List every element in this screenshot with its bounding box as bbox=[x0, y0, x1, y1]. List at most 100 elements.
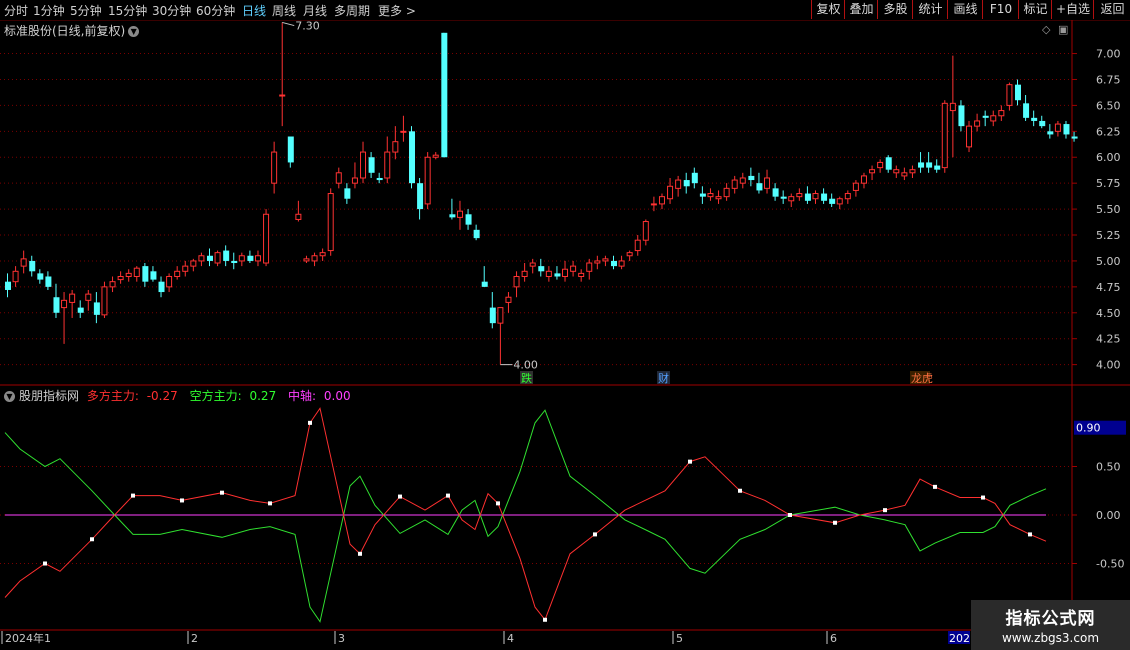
candle bbox=[513, 271, 520, 298]
candle-body bbox=[1071, 136, 1078, 139]
candle bbox=[182, 260, 189, 277]
candle-body bbox=[611, 260, 617, 267]
candle-body bbox=[287, 136, 294, 163]
candle-body bbox=[877, 161, 884, 169]
long-force-label: 多方主力: -0.27 bbox=[86, 389, 178, 403]
candle-body bbox=[424, 156, 431, 205]
candle-body bbox=[570, 265, 577, 272]
candle-body bbox=[238, 255, 245, 262]
candle bbox=[368, 152, 375, 178]
candle bbox=[198, 252, 205, 267]
candle-body bbox=[254, 255, 261, 262]
candle bbox=[238, 252, 245, 267]
candle-body bbox=[869, 169, 876, 174]
price-tick-label: 5.75 bbox=[1096, 177, 1121, 190]
candle bbox=[869, 165, 876, 181]
candle bbox=[949, 55, 956, 158]
candle-body bbox=[481, 281, 488, 287]
event-marker-label: 跌 bbox=[521, 371, 532, 385]
candle-body bbox=[449, 214, 456, 218]
candle bbox=[885, 155, 892, 173]
candle bbox=[432, 152, 439, 160]
candle-body bbox=[231, 260, 238, 264]
candle bbox=[1054, 120, 1061, 137]
price-tick-label: 7.00 bbox=[1096, 48, 1121, 61]
candle-body bbox=[626, 252, 633, 257]
candle-body bbox=[465, 214, 472, 225]
candle bbox=[303, 255, 310, 264]
candle-body bbox=[384, 151, 391, 179]
candle bbox=[1031, 110, 1038, 127]
candle bbox=[384, 136, 391, 184]
candle-body bbox=[279, 94, 286, 97]
candle-body bbox=[602, 258, 609, 262]
candle bbox=[101, 281, 108, 318]
candle-body bbox=[29, 260, 36, 272]
candle bbox=[829, 193, 836, 208]
time-label: 2 bbox=[191, 632, 198, 645]
candle bbox=[109, 276, 116, 293]
candle bbox=[231, 252, 238, 270]
candle-body bbox=[982, 115, 989, 118]
candle-body bbox=[1063, 124, 1070, 135]
candle bbox=[400, 115, 407, 142]
candle-body bbox=[20, 258, 27, 267]
indicator-axis: 0.50 0.00 -0.50 0.90 bbox=[1072, 420, 1126, 571]
candle bbox=[85, 289, 92, 311]
candle-body bbox=[133, 267, 140, 277]
candle-body bbox=[142, 266, 149, 282]
candle-body bbox=[909, 169, 916, 174]
candle bbox=[780, 190, 787, 204]
chevron-down-icon[interactable]: ▼ bbox=[4, 391, 15, 402]
candle bbox=[634, 235, 641, 256]
candle bbox=[562, 260, 569, 282]
candle bbox=[53, 283, 60, 318]
candle-body bbox=[941, 102, 948, 169]
signal-marker bbox=[788, 513, 792, 517]
candle-body bbox=[715, 196, 722, 200]
candle-body bbox=[409, 131, 415, 184]
candle-body bbox=[69, 293, 76, 303]
event-markers: 跌 财 龙虎 bbox=[520, 371, 933, 385]
candle-body bbox=[101, 286, 108, 316]
candle-body bbox=[125, 272, 132, 277]
candle-body bbox=[150, 271, 157, 280]
candle-body bbox=[344, 188, 351, 199]
candle-body bbox=[545, 270, 552, 277]
candle-body bbox=[926, 162, 933, 168]
candle bbox=[545, 266, 552, 282]
indicator-name[interactable]: 股朋指标网 bbox=[19, 389, 79, 403]
candle-body bbox=[214, 252, 221, 264]
candle bbox=[214, 250, 221, 267]
candle-body bbox=[844, 193, 851, 200]
candle bbox=[505, 292, 512, 313]
candle bbox=[764, 169, 771, 194]
candle bbox=[287, 136, 294, 168]
candle-body bbox=[538, 266, 545, 272]
time-label: 4 bbox=[507, 632, 514, 645]
candle bbox=[449, 198, 456, 220]
candle bbox=[982, 110, 989, 127]
candle bbox=[271, 141, 278, 194]
candle-body bbox=[417, 183, 424, 210]
candle bbox=[642, 219, 649, 246]
candle bbox=[529, 258, 536, 274]
event-marker: 跌 bbox=[520, 371, 533, 385]
signal-marker bbox=[358, 551, 362, 556]
high-price-label: 7.30 bbox=[295, 20, 320, 33]
signal-marker bbox=[496, 501, 500, 506]
candle-body bbox=[61, 299, 68, 309]
candle-body bbox=[400, 130, 407, 133]
short-force-line bbox=[4, 409, 1047, 623]
candle-body bbox=[513, 275, 520, 288]
signal-marker bbox=[543, 617, 547, 622]
candle bbox=[1023, 95, 1030, 121]
candle bbox=[327, 188, 334, 256]
candle-body bbox=[764, 177, 771, 189]
candle-body bbox=[271, 151, 278, 184]
candle-body bbox=[247, 255, 254, 261]
candle-body bbox=[578, 272, 585, 277]
candle bbox=[417, 177, 424, 220]
candle-body bbox=[756, 183, 763, 191]
candle-body bbox=[667, 185, 674, 200]
